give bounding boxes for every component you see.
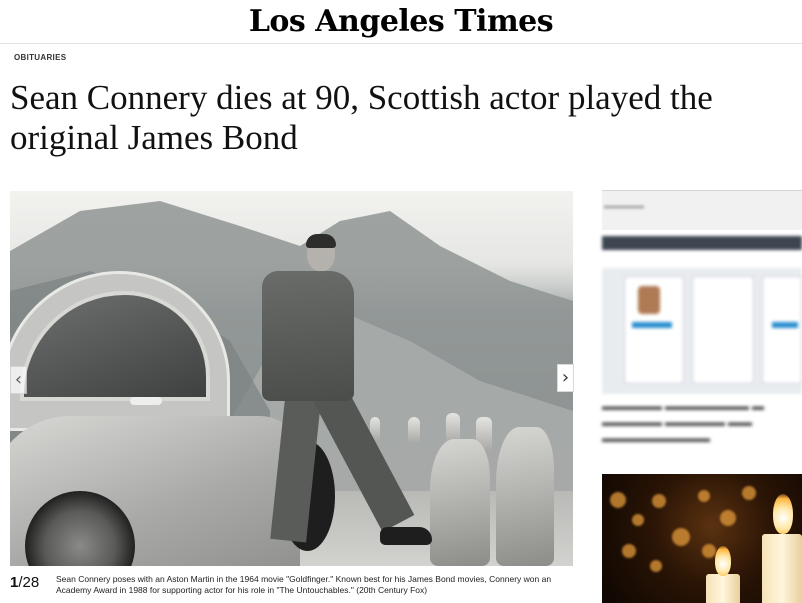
candle-flame [773,494,793,534]
man-shoe [380,527,432,545]
bokeh-light [698,490,710,502]
bokeh-light [742,486,756,500]
candle-flame [715,546,731,576]
bokeh-light [632,514,644,526]
masthead: Los Angeles Times [0,0,802,44]
ad-screenshot-header [602,236,802,250]
bokeh-light [622,544,636,558]
candle [762,534,802,603]
bokeh-light [650,560,662,572]
bokeh-light [702,544,716,558]
ad-card [762,276,802,384]
bokeh-light [720,510,736,526]
gallery-total: /28 [18,574,40,591]
ad-card [692,276,754,384]
man-hair [306,234,336,248]
bokeh-light [652,494,666,508]
ad-screenshot-nav [602,250,802,268]
ad-header[interactable] [602,190,802,230]
gallery-counter: 1/28 [10,574,39,591]
road-rock [496,427,554,566]
ad-text-blurred[interactable]: ▬▬▬▬▬ ▬▬▬▬▬▬▬ ▬ ▬▬▬▬▬ ▬▬▬▬▬ ▬▬ ▬▬▬▬▬▬▬▬▬ [602,398,802,445]
road-rock [430,439,490,566]
chevron-right-icon[interactable]: › [557,364,574,392]
ad-button [772,322,798,328]
man-torso [262,271,354,401]
ad-button [632,322,672,328]
bokeh-light [610,492,626,508]
ad-candles-image[interactable] [602,474,802,603]
ad-screenshot[interactable] [602,236,802,394]
bokeh-light [672,528,690,546]
candle [706,574,740,603]
chevron-left-icon[interactable]: ‹ [10,366,27,394]
site-logo[interactable]: Los Angeles Times [249,4,554,39]
section-label[interactable]: OBITUARIES [14,53,66,62]
ad-portrait [638,286,660,314]
road-post [408,417,420,443]
photo-caption: Sean Connery poses with an Aston Martin … [56,574,552,595]
article-headline: Sean Connery dies at 90, Scottish actor … [10,78,713,157]
ad-label [604,205,644,209]
photo-carousel[interactable] [10,191,573,566]
car-door-handle [130,397,162,405]
